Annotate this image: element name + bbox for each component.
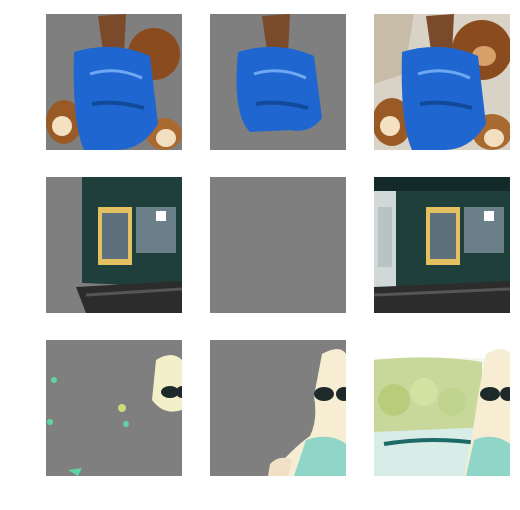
- fully-masked-image: [210, 177, 346, 313]
- grid-cell-r1-c1-masked: [46, 14, 182, 150]
- grid-cell-r2-c2-masked: [210, 177, 346, 313]
- masked-robe-image: [210, 14, 346, 150]
- grid-cell-r2-c3-original: [374, 177, 510, 313]
- masked-car-image: [46, 340, 182, 476]
- storefront-photo: [374, 177, 510, 313]
- grid-cell-r3-c1-masked: [46, 340, 182, 476]
- masked-storefront-image: [46, 177, 182, 313]
- grid-cell-r1-c3-original: [374, 14, 510, 150]
- woman-in-car-photo: [374, 340, 510, 476]
- grid-cell-r3-c2-masked: [210, 340, 346, 476]
- masked-car-image: [210, 340, 346, 476]
- masked-robe-image: [46, 14, 182, 150]
- grid-cell-r3-c3-original: [374, 340, 510, 476]
- grid-cell-r2-c1-masked: [46, 177, 182, 313]
- grid-cell-r1-c2-masked: [210, 14, 346, 150]
- robe-teddy-photo: [374, 14, 510, 150]
